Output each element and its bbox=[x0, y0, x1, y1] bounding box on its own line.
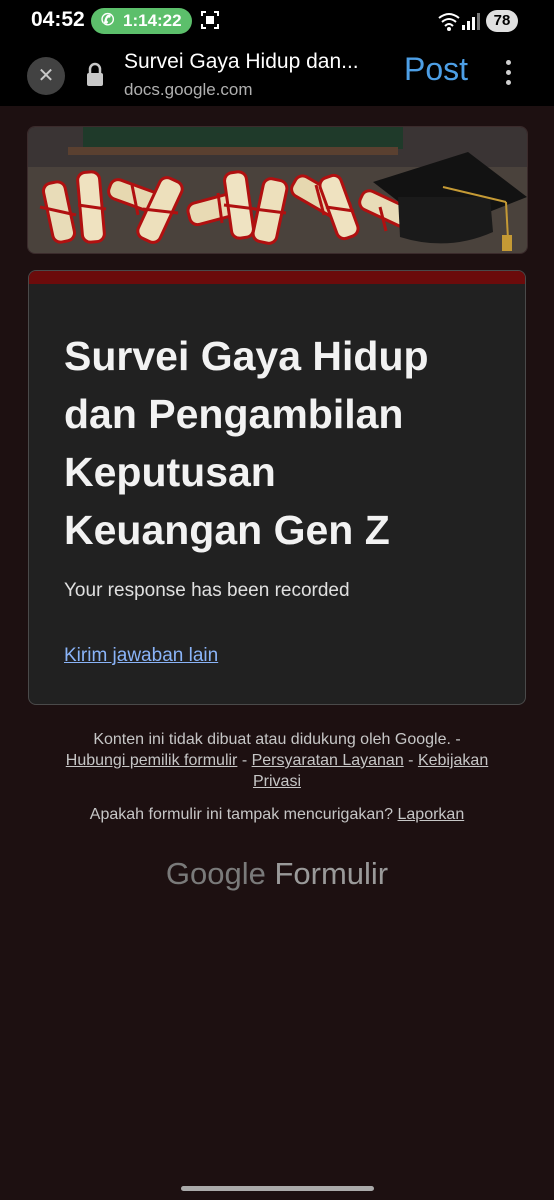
form-title: Survei Gaya Hidup dan Pengambilan Keputu… bbox=[64, 333, 429, 553]
page-title: Survei Gaya Hidup dan... bbox=[124, 50, 359, 73]
home-gesture-bar[interactable] bbox=[181, 1186, 374, 1191]
terms-link[interactable]: Persyaratan Layanan bbox=[252, 752, 404, 769]
report-question: Apakah formulir ini tampak mencurigakan? bbox=[89, 806, 394, 823]
form-header-image bbox=[27, 126, 528, 254]
card-accent-bar bbox=[29, 271, 525, 284]
separator: - bbox=[403, 752, 418, 769]
google-forms-logo[interactable]: Google Formulir bbox=[0, 856, 554, 892]
submit-another-response-link[interactable]: Kirim jawaban lain bbox=[64, 645, 218, 667]
brand-product: Formulir bbox=[274, 856, 389, 891]
ongoing-call-pill[interactable]: ✆ 1:14:22 bbox=[91, 8, 192, 34]
browser-toolbar: ✕ Survei Gaya Hidup dan... docs.google.c… bbox=[0, 42, 554, 106]
report-row: Apakah formulir ini tampak mencurigakan?… bbox=[40, 806, 514, 824]
separator: - bbox=[237, 752, 252, 769]
confirmation-message: Your response has been recorded bbox=[64, 580, 350, 601]
contact-owner-link[interactable]: Hubungi pemilik formulir bbox=[66, 752, 238, 769]
battery-indicator: 78 bbox=[486, 10, 518, 32]
brand-google: Google bbox=[165, 856, 266, 891]
footer-disclaimer: Konten ini tidak dibuat atau didukung ol… bbox=[40, 729, 514, 792]
url-text[interactable]: docs.google.com bbox=[124, 80, 253, 100]
report-link[interactable]: Laporkan bbox=[398, 806, 465, 823]
lock-icon[interactable] bbox=[85, 62, 105, 88]
status-bar: 04:52 ✆ 1:14:22 78 bbox=[0, 0, 554, 42]
signal-icon bbox=[462, 13, 480, 30]
more-options-icon[interactable] bbox=[496, 60, 520, 90]
phone-icon: ✆ bbox=[101, 12, 115, 29]
close-tab-button[interactable]: ✕ bbox=[27, 57, 65, 95]
status-time: 04:52 bbox=[31, 8, 85, 31]
screen-record-icon bbox=[201, 11, 219, 29]
disclaimer-text: Konten ini tidak dibuat atau didukung ol… bbox=[93, 731, 461, 748]
post-button[interactable]: Post bbox=[404, 51, 468, 88]
confirmation-card: Survei Gaya Hidup dan Pengambilan Keputu… bbox=[28, 270, 526, 705]
wifi-icon bbox=[438, 13, 460, 31]
call-duration: 1:14:22 bbox=[123, 11, 182, 30]
